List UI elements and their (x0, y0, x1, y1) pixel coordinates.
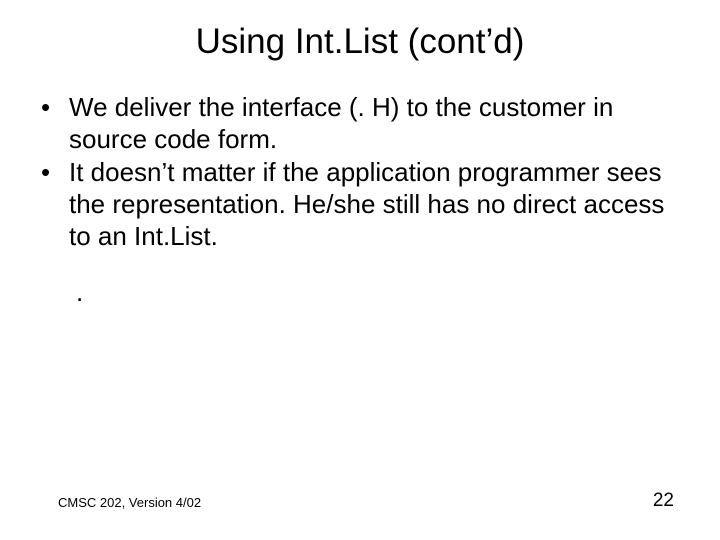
slide: Using Int.List (cont’d) We deliver the i… (0, 0, 720, 540)
page-number: 22 (653, 490, 674, 512)
stray-period: . (35, 277, 685, 308)
slide-title: Using Int.List (cont’d) (0, 0, 720, 62)
bullet-item: It doesn’t matter if the application pro… (35, 157, 685, 252)
footer-left: CMSC 202, Version 4/02 (58, 495, 201, 510)
bullet-item: We deliver the interface (. H) to the cu… (35, 92, 685, 155)
bullet-list: We deliver the interface (. H) to the cu… (35, 92, 685, 253)
slide-body: We deliver the interface (. H) to the cu… (0, 62, 720, 308)
